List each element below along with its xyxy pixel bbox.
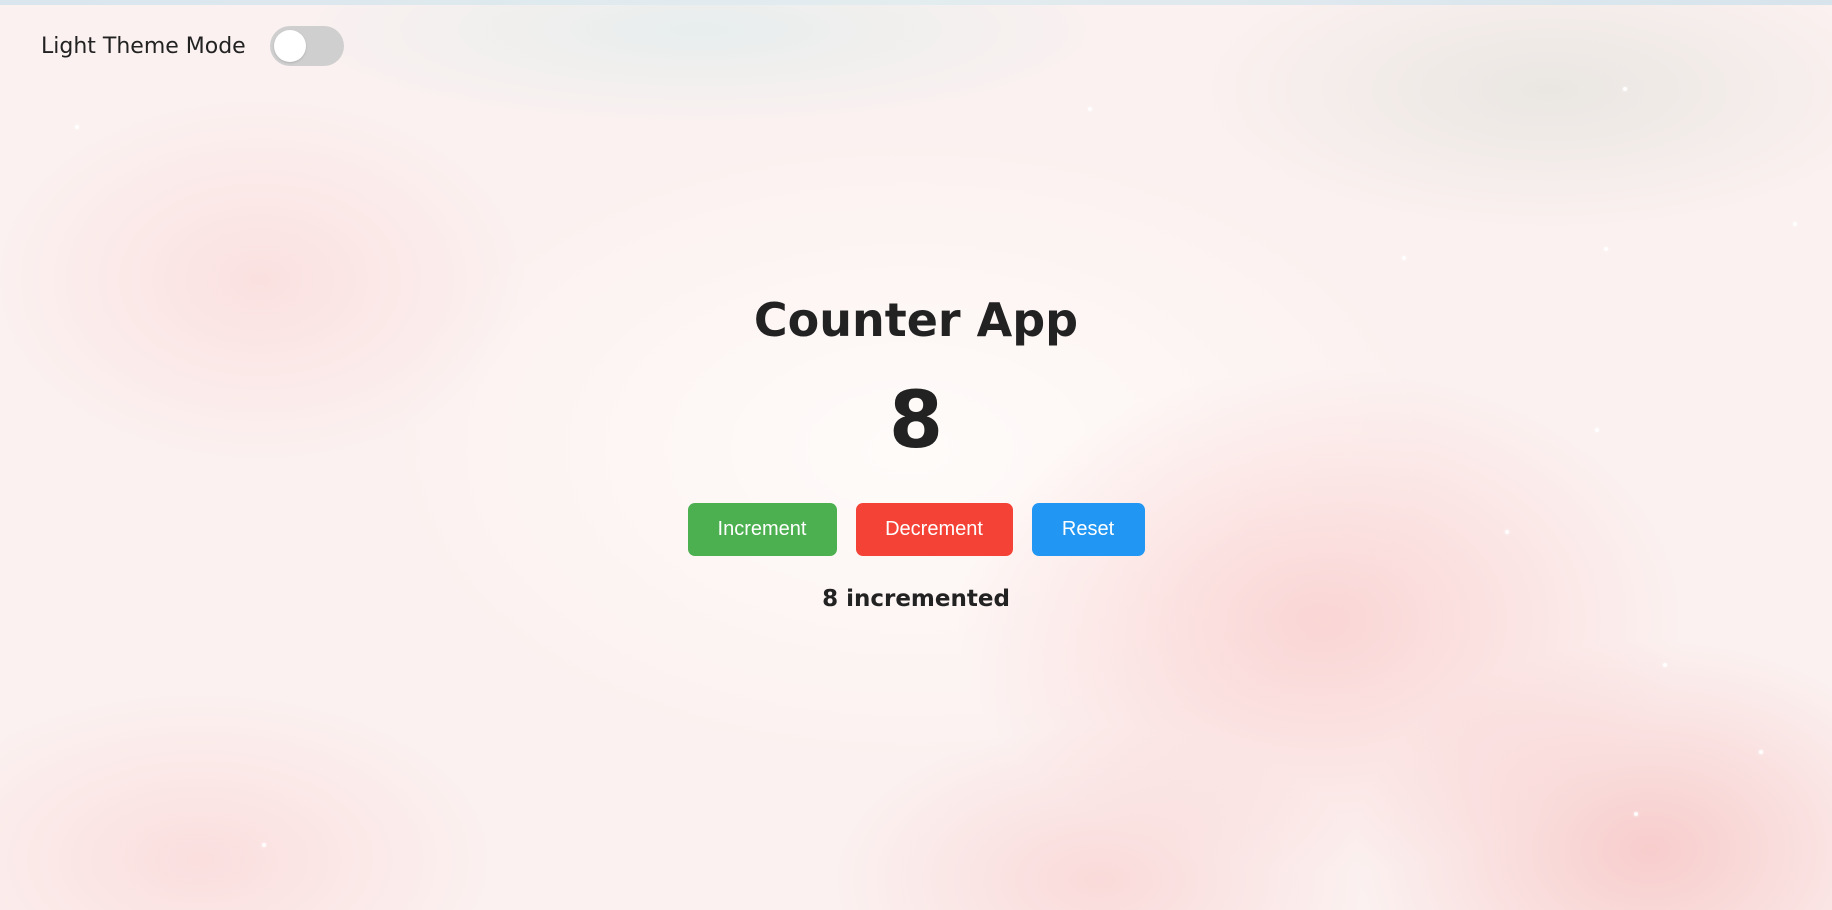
top-border: [0, 0, 1832, 5]
reset-button[interactable]: Reset: [1031, 503, 1145, 556]
counter-app: Counter App 8 Increment Decrement Reset …: [0, 285, 1832, 612]
sparkle-decoration: [1634, 812, 1638, 816]
page-title: Counter App: [753, 293, 1079, 347]
sparkle-decoration: [1663, 663, 1667, 667]
counter-controls: Increment Decrement Reset: [687, 503, 1145, 556]
theme-mode-bar: Light Theme Mode: [41, 26, 344, 66]
sparkle-decoration: [1793, 222, 1797, 226]
sparkle-decoration: [1623, 87, 1627, 91]
toggle-knob[interactable]: [273, 30, 306, 62]
decrement-button[interactable]: Decrement: [855, 503, 1013, 556]
sparkle-decoration: [1088, 107, 1092, 111]
sparkle-decoration: [75, 125, 79, 129]
sparkle-decoration: [1759, 750, 1763, 754]
status-message: 8 incremented: [822, 586, 1010, 612]
sparkle-decoration: [262, 843, 266, 847]
theme-mode-label: Light Theme Mode: [41, 33, 246, 59]
theme-toggle-switch[interactable]: [269, 26, 344, 66]
sparkle-decoration: [1402, 256, 1406, 260]
counter-value: 8: [888, 376, 944, 466]
sparkle-decoration: [1604, 247, 1608, 251]
increment-button[interactable]: Increment: [687, 503, 837, 556]
